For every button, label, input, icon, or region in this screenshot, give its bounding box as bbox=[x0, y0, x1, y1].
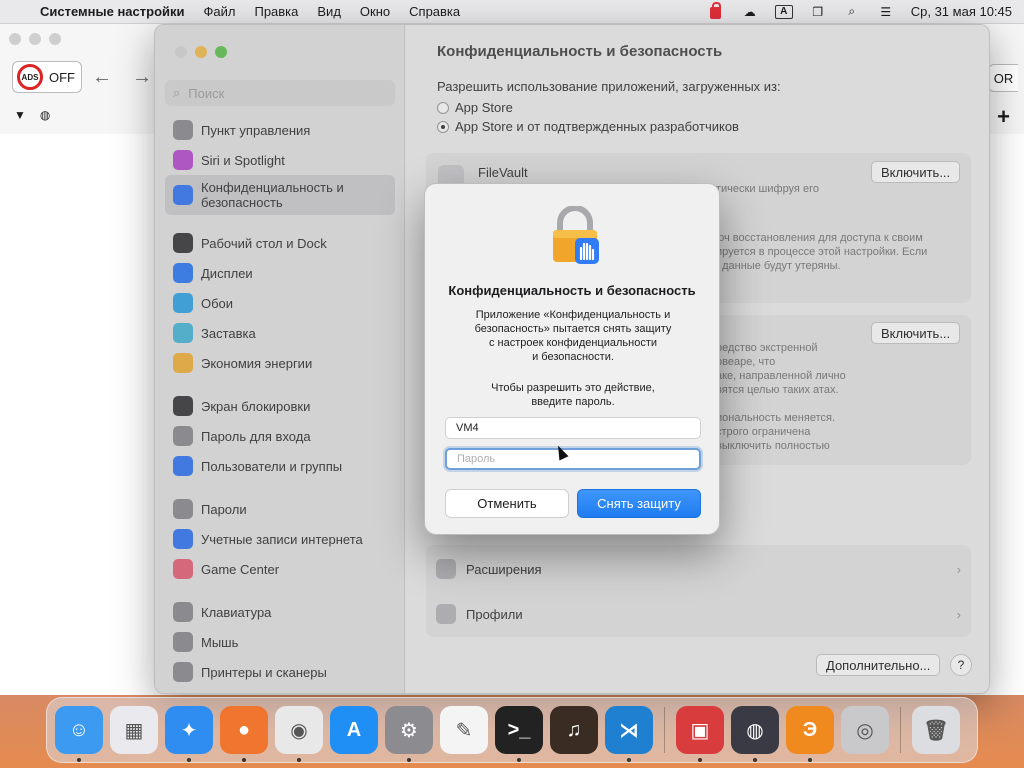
lock-status-icon[interactable] bbox=[707, 2, 725, 19]
dialog-title: Конфиденциальность и безопасность bbox=[448, 283, 696, 298]
menu-bar: Системные настройки Файл Правка Вид Окно… bbox=[0, 0, 1024, 24]
cloud-icon[interactable]: ☁ bbox=[741, 5, 759, 19]
dock-separator bbox=[664, 707, 665, 753]
unlock-dialog: Конфиденциальность и безопасность Прилож… bbox=[424, 183, 720, 535]
browser-right-button[interactable]: OR bbox=[988, 64, 1018, 92]
lock-hand-icon bbox=[553, 206, 599, 264]
launchpad-icon[interactable]: ▦ bbox=[110, 706, 158, 754]
vpn-icon[interactable]: Э bbox=[786, 706, 834, 762]
menu-view[interactable]: Вид bbox=[317, 4, 341, 19]
dialog-message: Приложение «Конфиденциальность и безопас… bbox=[474, 309, 672, 363]
dialog-prompt: Чтобы разрешить это действие, введите па… bbox=[491, 382, 655, 408]
firefox-icon[interactable]: ● bbox=[220, 706, 268, 762]
back-arrow-icon[interactable]: ← bbox=[92, 66, 112, 89]
menu-window[interactable]: Окно bbox=[360, 4, 390, 19]
terminal-icon[interactable]: >_ bbox=[495, 706, 543, 762]
control-center-icon[interactable]: ☰ bbox=[877, 5, 895, 19]
vscode-icon[interactable]: ⋊ bbox=[605, 706, 653, 762]
add-tab-icon[interactable]: + bbox=[997, 104, 1010, 130]
input-source-icon[interactable]: A bbox=[774, 4, 793, 19]
browser-window-controls bbox=[9, 33, 61, 45]
app-store-icon[interactable]: A bbox=[330, 706, 378, 754]
spotlight-search-icon[interactable]: ⌕ bbox=[843, 4, 861, 19]
adblock-toggle[interactable]: ADS OFF bbox=[12, 61, 82, 93]
network-icon[interactable]: ◍ bbox=[731, 706, 779, 762]
garageband-icon[interactable]: ♫ bbox=[550, 706, 598, 754]
window-switch-icon[interactable]: ❐ bbox=[809, 5, 827, 19]
parallels-icon[interactable]: ▣ bbox=[676, 706, 724, 762]
unlock-button[interactable]: Снять защиту bbox=[577, 489, 701, 518]
adblock-icon: ADS bbox=[17, 64, 43, 90]
chrome-icon[interactable]: ◉ bbox=[275, 706, 323, 762]
menu-file[interactable]: Файл bbox=[204, 4, 236, 19]
password-field[interactable] bbox=[445, 448, 701, 470]
preview-icon[interactable]: ◎ bbox=[841, 706, 889, 754]
textedit-icon[interactable]: ✎ bbox=[440, 706, 488, 754]
adblock-state: OFF bbox=[49, 69, 75, 85]
forward-arrow-icon[interactable]: → bbox=[132, 66, 152, 89]
safari-icon[interactable]: ✦ bbox=[165, 706, 213, 762]
trash-icon[interactable]: 🗑 bbox=[912, 706, 960, 754]
disclosure-triangle-icon[interactable]: ▼ bbox=[14, 108, 26, 122]
menu-app-name[interactable]: Системные настройки bbox=[40, 4, 185, 19]
username-field[interactable] bbox=[445, 417, 701, 439]
menu-help[interactable]: Справка bbox=[409, 4, 460, 19]
system-settings-icon[interactable]: ⚙ bbox=[385, 706, 433, 762]
browser-toolbar-row: ▼ ◍ bbox=[14, 108, 50, 122]
dock-separator bbox=[900, 707, 901, 753]
cancel-button[interactable]: Отменить bbox=[445, 489, 569, 518]
dock: ☺ ▦ ✦ ● ◉ A ⚙ ✎ >_ ♫ ⋊ ▣ ◍ Э ◎ 🗑 bbox=[46, 697, 978, 763]
globe-icon[interactable]: ◍ bbox=[40, 108, 50, 122]
menu-clock[interactable]: Ср, 31 мая 10:45 bbox=[911, 4, 1012, 19]
menu-edit[interactable]: Правка bbox=[254, 4, 298, 19]
finder-icon[interactable]: ☺ bbox=[55, 706, 103, 762]
